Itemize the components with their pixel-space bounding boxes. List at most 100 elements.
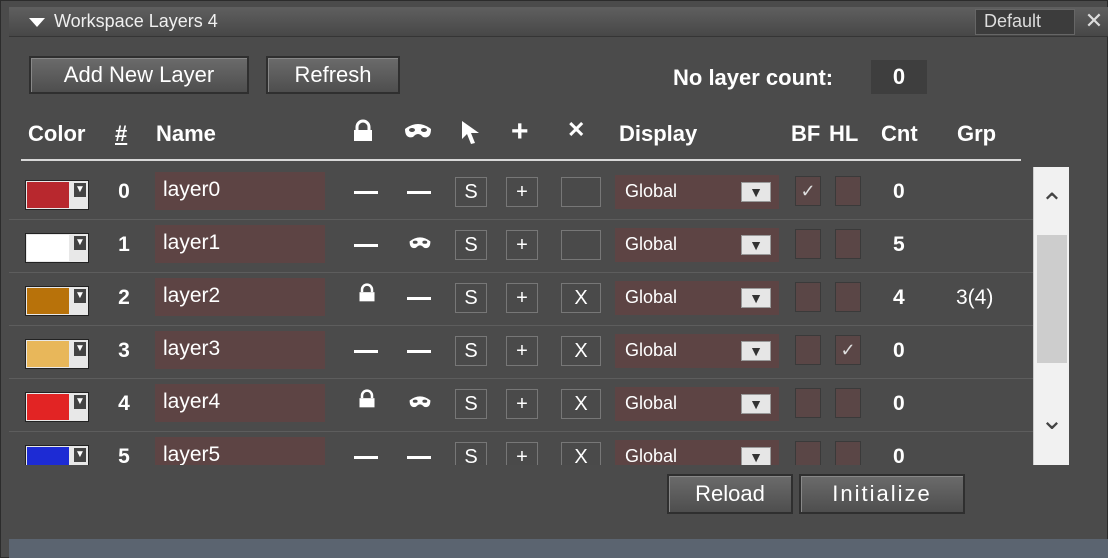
mask-icon[interactable] bbox=[405, 393, 435, 417]
visible-dash-icon[interactable] bbox=[407, 191, 431, 194]
add-entity-button[interactable]: + bbox=[506, 336, 538, 366]
select-button[interactable]: S bbox=[455, 177, 487, 207]
display-select[interactable]: Global ▼ bbox=[615, 387, 779, 421]
unlocked-dash-icon[interactable] bbox=[354, 456, 378, 459]
visible-dash-icon[interactable] bbox=[407, 456, 431, 459]
chevron-down-icon[interactable]: ▼ bbox=[741, 288, 771, 308]
visible-dash-icon[interactable] bbox=[407, 297, 431, 300]
table-row[interactable]: ▼ 4 layer4 S + X Global ▼ 0 bbox=[9, 379, 1035, 432]
delete-layer-button[interactable]: X bbox=[561, 389, 601, 419]
table-row[interactable]: ▼ 0 layer0 S + Global ▼ ✓ 0 bbox=[9, 167, 1035, 220]
header-delete: ✕ bbox=[567, 117, 586, 142]
delete-layer-button[interactable]: X bbox=[561, 336, 601, 366]
display-select[interactable]: Global ▼ bbox=[615, 281, 779, 315]
unlocked-dash-icon[interactable] bbox=[354, 244, 378, 247]
delete-layer-button[interactable]: X bbox=[561, 442, 601, 465]
display-select[interactable]: Global ▼ bbox=[615, 334, 779, 368]
color-dropdown-icon[interactable]: ▼ bbox=[74, 395, 86, 409]
header-index[interactable]: # bbox=[115, 121, 127, 147]
collapse-triangle-icon[interactable] bbox=[29, 18, 45, 27]
header-grp[interactable]: Grp bbox=[957, 121, 996, 147]
color-swatch[interactable]: ▼ bbox=[25, 339, 89, 369]
hl-checkbox[interactable]: ✓ bbox=[835, 335, 861, 365]
color-swatch[interactable]: ▼ bbox=[25, 180, 89, 210]
add-entity-button[interactable]: + bbox=[506, 230, 538, 260]
bf-checkbox[interactable] bbox=[795, 282, 821, 312]
layer-name-field[interactable]: layer1 bbox=[155, 225, 325, 263]
hl-checkbox[interactable] bbox=[835, 388, 861, 418]
refresh-button[interactable]: Refresh bbox=[266, 56, 400, 94]
scroll-thumb[interactable] bbox=[1037, 235, 1067, 363]
header-hl: HL bbox=[829, 121, 859, 146]
scroll-down-icon[interactable]: ⌄ bbox=[1034, 403, 1070, 443]
delete-layer-button[interactable]: X bbox=[561, 283, 601, 313]
mask-icon[interactable] bbox=[405, 234, 435, 258]
color-swatch[interactable]: ▼ bbox=[25, 445, 89, 465]
chevron-down-icon[interactable]: ▼ bbox=[741, 341, 771, 361]
add-entity-button[interactable]: + bbox=[506, 442, 538, 465]
bf-checkbox[interactable] bbox=[795, 388, 821, 418]
display-value: Global bbox=[625, 340, 678, 360]
add-new-layer-button[interactable]: Add New Layer bbox=[29, 56, 249, 94]
color-swatch[interactable]: ▼ bbox=[25, 286, 89, 316]
select-button[interactable]: S bbox=[455, 442, 487, 465]
mask-icon bbox=[403, 121, 433, 147]
layer-list: ▼ 0 layer0 S + Global ▼ ✓ 0 ▼ 1 layer1 S… bbox=[9, 167, 1035, 465]
bf-checkbox[interactable] bbox=[795, 441, 821, 465]
select-button[interactable]: S bbox=[455, 389, 487, 419]
color-swatch[interactable]: ▼ bbox=[25, 392, 89, 422]
bf-checkbox[interactable] bbox=[795, 229, 821, 259]
chevron-down-icon[interactable]: ▼ bbox=[741, 394, 771, 414]
initialize-button[interactable]: Initialize bbox=[799, 474, 965, 514]
color-dropdown-icon[interactable]: ▼ bbox=[74, 236, 86, 250]
delete-layer-button[interactable] bbox=[561, 177, 601, 207]
delete-layer-button[interactable] bbox=[561, 230, 601, 260]
header-name[interactable]: Name bbox=[156, 121, 216, 147]
title-bar[interactable]: Workspace Layers 4 Default ✕ bbox=[9, 7, 1108, 37]
table-row[interactable]: ▼ 3 layer3 S + X Global ▼ ✓ 0 bbox=[9, 326, 1035, 379]
add-entity-button[interactable]: + bbox=[506, 177, 538, 207]
lock-icon[interactable] bbox=[352, 389, 382, 413]
table-row[interactable]: ▼ 2 layer2 S + X Global ▼ 4 3(4) bbox=[9, 273, 1035, 326]
add-entity-button[interactable]: + bbox=[506, 283, 538, 313]
vertical-scrollbar[interactable]: ⌃ ⌄ bbox=[1033, 167, 1069, 465]
unlocked-dash-icon[interactable] bbox=[354, 191, 378, 194]
bf-checkbox[interactable] bbox=[795, 335, 821, 365]
preset-dropdown[interactable]: Default bbox=[975, 9, 1075, 35]
header-bf: BF bbox=[791, 121, 821, 146]
reload-button[interactable]: Reload bbox=[667, 474, 793, 514]
color-swatch[interactable]: ▼ bbox=[25, 233, 89, 263]
layer-name-field[interactable]: layer4 bbox=[155, 384, 325, 422]
chevron-down-icon[interactable]: ▼ bbox=[741, 447, 771, 465]
table-row[interactable]: ▼ 1 layer1 S + Global ▼ 5 bbox=[9, 220, 1035, 273]
layer-name-field[interactable]: layer5 bbox=[155, 437, 325, 465]
add-entity-button[interactable]: + bbox=[506, 389, 538, 419]
hl-checkbox[interactable] bbox=[835, 282, 861, 312]
table-row[interactable]: ▼ 5 layer5 S + X Global ▼ 0 bbox=[9, 432, 1035, 465]
bf-checkbox[interactable]: ✓ bbox=[795, 176, 821, 206]
hl-checkbox[interactable] bbox=[835, 229, 861, 259]
display-select[interactable]: Global ▼ bbox=[615, 228, 779, 262]
unlocked-dash-icon[interactable] bbox=[354, 350, 378, 353]
select-button[interactable]: S bbox=[455, 336, 487, 366]
lock-icon[interactable] bbox=[352, 283, 382, 307]
chevron-down-icon[interactable]: ▼ bbox=[741, 182, 771, 202]
display-select[interactable]: Global ▼ bbox=[615, 175, 779, 209]
hl-checkbox[interactable] bbox=[835, 176, 861, 206]
color-dropdown-icon[interactable]: ▼ bbox=[74, 183, 86, 197]
header-cnt[interactable]: Cnt bbox=[881, 121, 918, 147]
select-button[interactable]: S bbox=[455, 283, 487, 313]
close-icon[interactable]: ✕ bbox=[1079, 8, 1108, 36]
layer-name-field[interactable]: layer2 bbox=[155, 278, 325, 316]
layer-name-field[interactable]: layer0 bbox=[155, 172, 325, 210]
display-select[interactable]: Global ▼ bbox=[615, 440, 779, 465]
layer-name-field[interactable]: layer3 bbox=[155, 331, 325, 369]
color-dropdown-icon[interactable]: ▼ bbox=[74, 342, 86, 356]
hl-checkbox[interactable] bbox=[835, 441, 861, 465]
chevron-down-icon[interactable]: ▼ bbox=[741, 235, 771, 255]
visible-dash-icon[interactable] bbox=[407, 350, 431, 353]
color-dropdown-icon[interactable]: ▼ bbox=[74, 448, 86, 462]
scroll-up-icon[interactable]: ⌃ bbox=[1034, 187, 1070, 227]
select-button[interactable]: S bbox=[455, 230, 487, 260]
color-dropdown-icon[interactable]: ▼ bbox=[74, 289, 86, 303]
